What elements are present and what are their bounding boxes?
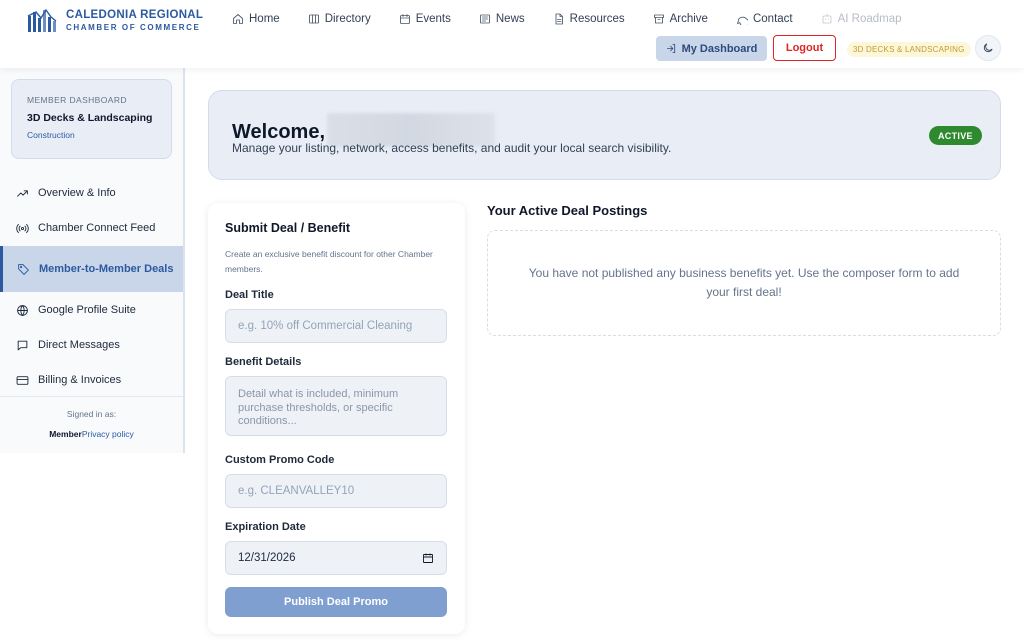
calendar-icon [399, 14, 410, 24]
nav-contact-label: Contact [752, 13, 793, 25]
expiration-date-value: 12/31/2026 [238, 552, 296, 564]
trending-up-icon [17, 189, 28, 197]
sidebar-item-label: Google Profile Suite [38, 304, 136, 316]
benefit-details-label: Benefit Details [225, 356, 302, 368]
main-nav: Home Directory Events News Resources Arc… [232, 13, 930, 25]
newspaper-icon [479, 14, 490, 24]
globe-icon [17, 304, 28, 316]
message-icon [17, 340, 28, 350]
brand-title: CALEDONIA REGIONAL [66, 9, 204, 22]
status-badge: ACTIVE [929, 126, 982, 145]
welcome-banner: Welcome, Manage your listing, network, a… [208, 90, 1001, 180]
my-dashboard-button[interactable]: My Dashboard [656, 36, 767, 61]
sidebar-item-google-profile[interactable]: Google Profile Suite [0, 293, 183, 327]
sidebar-item-overview[interactable]: Overview & Info [0, 176, 183, 210]
member-card-category: Construction [27, 130, 75, 140]
expiration-date-label: Expiration Date [225, 521, 306, 533]
nav-news[interactable]: News [479, 13, 525, 25]
deal-title-label: Deal Title [225, 289, 274, 301]
calendar-icon[interactable] [422, 552, 434, 564]
nav-ai-roadmap-label: AI Roadmap [837, 13, 902, 25]
theme-toggle-button[interactable] [975, 35, 1001, 61]
logout-button[interactable]: Logout [773, 35, 836, 61]
nav-home-label: Home [249, 13, 280, 25]
company-badge: 3D DECKS & LANDSCAPING [847, 42, 971, 57]
member-card: MEMBER DASHBOARD 3D Decks & Landscaping … [11, 79, 172, 159]
publish-deal-button[interactable]: Publish Deal Promo [225, 587, 447, 617]
nav-events-label: Events [415, 13, 451, 25]
my-dashboard-label: My Dashboard [681, 42, 758, 55]
sidebar-item-connect-feed[interactable]: Chamber Connect Feed [0, 211, 183, 245]
nav-archive[interactable]: Archive [653, 13, 708, 25]
brand-subtitle: CHAMBER OF COMMERCE [66, 22, 201, 32]
member-card-name: 3D Decks & Landscaping [27, 112, 153, 124]
sidebar-item-label: Member-to-Member Deals [39, 262, 174, 275]
credit-card-icon [16, 375, 29, 385]
moon-icon [983, 43, 993, 53]
nav-resources-label: Resources [569, 13, 625, 25]
benefit-details-textarea[interactable]: Detail what is included, minimum purchas… [225, 376, 447, 436]
submit-deal-description: Create an exclusive benefit discount for… [225, 249, 433, 274]
sidebar: MEMBER DASHBOARD 3D Decks & Landscaping … [0, 68, 185, 453]
active-postings-title: Your Active Deal Postings [487, 203, 648, 218]
sidebar-item-deals[interactable]: Member-to-Member Deals [0, 246, 183, 292]
welcome-subtitle: Manage your listing, network, access ben… [232, 141, 672, 155]
submit-deal-title: Submit Deal / Benefit [225, 221, 351, 235]
signed-in-label: Signed in as: [66, 409, 117, 419]
login-icon [666, 43, 675, 54]
sidebar-footer: Signed in as: MemberPrivacy policy [0, 396, 183, 439]
signed-in-role: Member [49, 429, 82, 439]
tag-icon [18, 263, 29, 275]
submit-deal-card: Submit Deal / Benefit Create an exclusiv… [208, 203, 465, 634]
broadcast-icon [16, 223, 29, 233]
nav-resources[interactable]: Resources [553, 13, 625, 25]
nav-ai-roadmap[interactable]: AI Roadmap [821, 13, 902, 25]
building-icon [308, 14, 319, 24]
chamber-logo[interactable]: CALEDONIA REGIONAL CHAMBER OF COMMERCE [26, 8, 203, 34]
member-card-label: MEMBER DASHBOARD [27, 95, 127, 105]
sidebar-item-messages[interactable]: Direct Messages [0, 328, 183, 362]
empty-state-message: You have not published any business bene… [528, 266, 960, 299]
nav-home[interactable]: Home [232, 13, 280, 25]
promo-code-label: Custom Promo Code [225, 454, 335, 466]
robot-icon [822, 13, 832, 24]
sidebar-item-billing[interactable]: Billing & Invoices [0, 363, 183, 397]
nav-events[interactable]: Events [399, 13, 451, 25]
chamber-logo-icon [27, 8, 57, 32]
nav-news-label: News [495, 13, 525, 25]
deal-title-input[interactable]: e.g. 10% off Commercial Cleaning [225, 309, 447, 343]
chat-bubble-icon [737, 16, 748, 25]
privacy-policy-link[interactable]: Privacy policy [82, 429, 134, 439]
nav-archive-label: Archive [669, 13, 708, 25]
nav-directory-label: Directory [324, 13, 371, 25]
sidebar-item-label: Chamber Connect Feed [38, 222, 156, 234]
expiration-date-input[interactable]: 12/31/2026 [225, 541, 447, 575]
home-icon [233, 14, 243, 24]
file-icon [555, 13, 563, 25]
active-postings-empty-state: You have not published any business bene… [487, 230, 1001, 336]
top-header: CALEDONIA REGIONAL CHAMBER OF COMMERCE H… [0, 0, 1024, 68]
nav-directory[interactable]: Directory [308, 13, 371, 25]
sidebar-item-label: Overview & Info [38, 187, 116, 199]
sidebar-item-label: Billing & Invoices [38, 374, 122, 386]
nav-contact[interactable]: Contact [736, 13, 793, 25]
archive-icon [653, 14, 664, 24]
promo-code-input[interactable]: e.g. CLEANVALLEY10 [225, 474, 447, 508]
sidebar-item-label: Direct Messages [38, 339, 120, 351]
